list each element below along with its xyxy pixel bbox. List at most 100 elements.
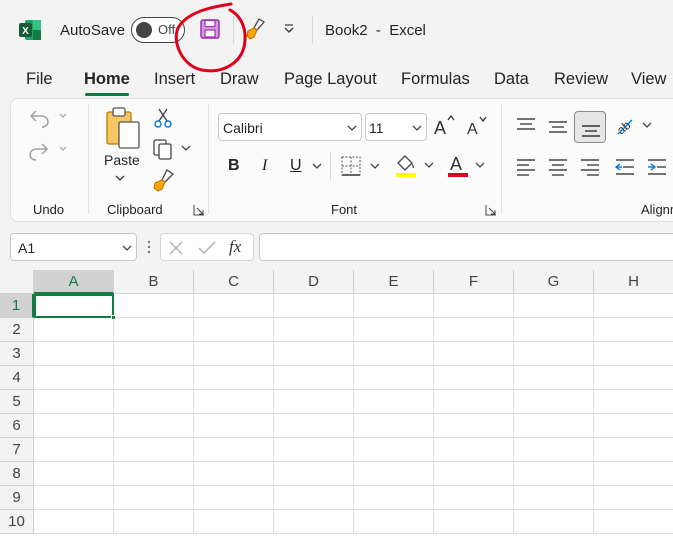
- chevron-down-icon[interactable]: [114, 172, 126, 184]
- column-header-c[interactable]: C: [194, 270, 274, 294]
- cell-f1[interactable]: [434, 294, 514, 318]
- cell-b8[interactable]: [114, 462, 194, 486]
- cell-a5[interactable]: [34, 390, 114, 414]
- cell-a10[interactable]: [34, 510, 114, 534]
- decrease-indent-icon[interactable]: [613, 156, 637, 178]
- cell-h1[interactable]: [594, 294, 673, 318]
- underline-button[interactable]: U: [290, 157, 302, 175]
- cell-b7[interactable]: [114, 438, 194, 462]
- orientation-icon[interactable]: ab: [614, 114, 654, 138]
- cell-e6[interactable]: [354, 414, 434, 438]
- cell-b1[interactable]: [114, 294, 194, 318]
- tab-view[interactable]: View: [631, 70, 666, 89]
- tab-page-layout[interactable]: Page Layout: [284, 70, 377, 89]
- cell-a7[interactable]: [34, 438, 114, 462]
- italic-button[interactable]: I: [262, 157, 267, 175]
- column-header-h[interactable]: H: [594, 270, 673, 294]
- font-name-dropdown[interactable]: Calibri: [218, 113, 362, 141]
- cell-d3[interactable]: [274, 342, 354, 366]
- cell-f9[interactable]: [434, 486, 514, 510]
- cell-e2[interactable]: [354, 318, 434, 342]
- cell-e9[interactable]: [354, 486, 434, 510]
- cell-a9[interactable]: [34, 486, 114, 510]
- cell-f10[interactable]: [434, 510, 514, 534]
- undo-icon[interactable]: [28, 105, 72, 129]
- cell-e5[interactable]: [354, 390, 434, 414]
- bottom-align-button[interactable]: [574, 111, 606, 143]
- cell-c3[interactable]: [194, 342, 274, 366]
- more-options-icon[interactable]: [146, 238, 152, 256]
- insert-function-button[interactable]: fx: [229, 237, 241, 257]
- tab-insert[interactable]: Insert: [154, 70, 195, 89]
- cell-b6[interactable]: [114, 414, 194, 438]
- cell-c5[interactable]: [194, 390, 274, 414]
- cell-d10[interactable]: [274, 510, 354, 534]
- cell-g3[interactable]: [514, 342, 594, 366]
- middle-align-icon[interactable]: [546, 115, 570, 137]
- chevron-down-icon[interactable]: [311, 160, 323, 172]
- fill-color-icon[interactable]: [394, 153, 436, 179]
- cell-h9[interactable]: [594, 486, 673, 510]
- align-right-icon[interactable]: [578, 156, 602, 178]
- row-header-5[interactable]: 5: [0, 390, 34, 414]
- cell-a4[interactable]: [34, 366, 114, 390]
- fill-handle[interactable]: [111, 315, 116, 320]
- borders-icon[interactable]: [340, 155, 382, 177]
- row-header-6[interactable]: 6: [0, 414, 34, 438]
- cell-h7[interactable]: [594, 438, 673, 462]
- cell-d8[interactable]: [274, 462, 354, 486]
- row-header-2[interactable]: 2: [0, 318, 34, 342]
- cell-c6[interactable]: [194, 414, 274, 438]
- cell-c10[interactable]: [194, 510, 274, 534]
- cell-d7[interactable]: [274, 438, 354, 462]
- copy-icon[interactable]: [152, 138, 194, 160]
- increase-font-size-icon[interactable]: A: [433, 114, 457, 138]
- cell-h5[interactable]: [594, 390, 673, 414]
- cell-b3[interactable]: [114, 342, 194, 366]
- paste-button-label[interactable]: Paste: [104, 152, 140, 168]
- checkmark-icon[interactable]: [197, 239, 217, 257]
- font-color-icon[interactable]: A: [446, 153, 488, 179]
- row-header-10[interactable]: 10: [0, 510, 34, 534]
- cell-a3[interactable]: [34, 342, 114, 366]
- cell-h2[interactable]: [594, 318, 673, 342]
- cell-e10[interactable]: [354, 510, 434, 534]
- cell-g7[interactable]: [514, 438, 594, 462]
- tab-draw[interactable]: Draw: [220, 70, 259, 89]
- cell-g5[interactable]: [514, 390, 594, 414]
- cell-e4[interactable]: [354, 366, 434, 390]
- row-header-8[interactable]: 8: [0, 462, 34, 486]
- dialog-launcher-icon[interactable]: [485, 204, 497, 216]
- tab-formulas[interactable]: Formulas: [401, 70, 470, 89]
- row-header-1[interactable]: 1: [0, 294, 34, 318]
- cell-c4[interactable]: [194, 366, 274, 390]
- cell-e3[interactable]: [354, 342, 434, 366]
- format-painter-icon[interactable]: [152, 168, 176, 192]
- column-header-a[interactable]: A: [34, 270, 114, 294]
- cut-icon[interactable]: [152, 107, 174, 129]
- align-center-icon[interactable]: [546, 156, 570, 178]
- cell-h8[interactable]: [594, 462, 673, 486]
- tab-review[interactable]: Review: [554, 70, 608, 89]
- cell-g8[interactable]: [514, 462, 594, 486]
- chevron-down-icon[interactable]: [282, 23, 296, 37]
- cell-f2[interactable]: [434, 318, 514, 342]
- cell-e8[interactable]: [354, 462, 434, 486]
- name-box[interactable]: A1: [10, 233, 137, 261]
- tab-data[interactable]: Data: [494, 70, 529, 89]
- dialog-launcher-icon[interactable]: [193, 204, 205, 216]
- cell-f3[interactable]: [434, 342, 514, 366]
- cell-d5[interactable]: [274, 390, 354, 414]
- increase-indent-icon[interactable]: [645, 156, 669, 178]
- paste-icon[interactable]: [103, 106, 143, 150]
- cell-f8[interactable]: [434, 462, 514, 486]
- cell-f6[interactable]: [434, 414, 514, 438]
- cell-d2[interactable]: [274, 318, 354, 342]
- cell-c7[interactable]: [194, 438, 274, 462]
- cell-h10[interactable]: [594, 510, 673, 534]
- cell-c8[interactable]: [194, 462, 274, 486]
- cell-h3[interactable]: [594, 342, 673, 366]
- cell-c9[interactable]: [194, 486, 274, 510]
- cell-g10[interactable]: [514, 510, 594, 534]
- column-header-b[interactable]: B: [114, 270, 194, 294]
